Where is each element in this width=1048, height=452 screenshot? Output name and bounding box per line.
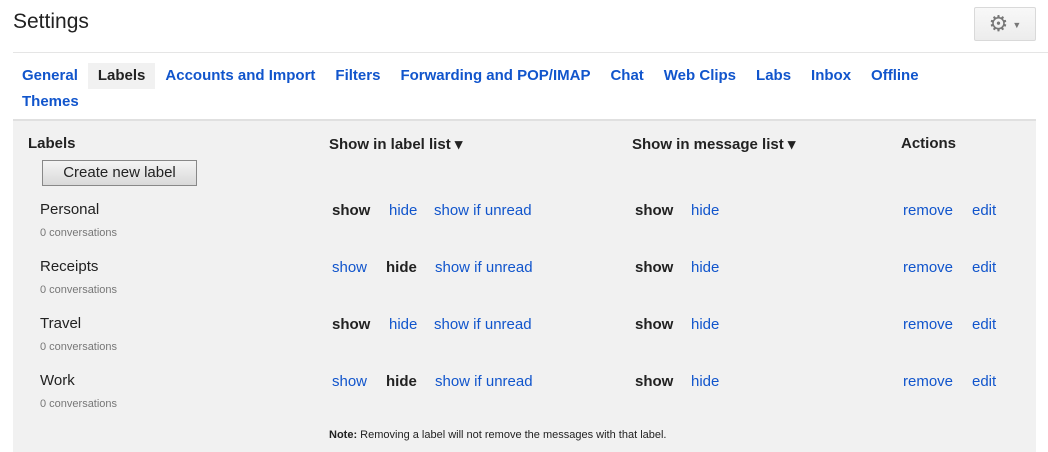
remove-link[interactable]: remove [903,316,953,333]
message-list-hide[interactable]: hide [691,373,719,390]
tab-offline[interactable]: Offline [861,63,929,89]
label-list-column-header[interactable]: Show in label list ▾ [329,135,462,153]
gear-icon: ⚙ [988,11,1009,36]
note-prefix: Note: [329,429,358,441]
label-list-hide: hide [386,373,417,390]
label-count: 0 conversations [40,284,118,296]
note-text: Removing a label will not remove the mes… [357,429,667,441]
tab-labs[interactable]: Labs [746,63,801,89]
label-name-receipts: Receipts [40,258,99,275]
label-list-show[interactable]: show [332,373,367,390]
message-list-show: show [635,259,674,276]
message-list-show: show [635,373,674,390]
label-list-show-if-unread[interactable]: show if unread [435,373,533,390]
message-list-hide[interactable]: hide [691,316,719,333]
label-list-show-if-unread[interactable]: show if unread [435,259,533,276]
message-list-show: show [635,202,674,219]
page-title: Settings [13,10,89,33]
tab-forwarding-pop-imap[interactable]: Forwarding and POP/IMAP [390,63,600,89]
label-list-show: show [332,202,371,219]
labels-column-header: Labels [28,135,76,152]
tab-web-clips[interactable]: Web Clips [654,63,746,89]
message-list-hide[interactable]: hide [691,202,719,219]
label-list-show-if-unread[interactable]: show if unread [434,202,532,219]
label-list-hide[interactable]: hide [389,202,417,219]
tab-inbox[interactable]: Inbox [801,63,861,89]
tab-general[interactable]: General [13,63,88,89]
label-name-travel: Travel [40,315,82,332]
label-count: 0 conversations [40,341,118,353]
title-divider [13,52,1048,53]
tab-themes[interactable]: Themes [13,89,89,115]
label-name-work: Work [40,372,75,389]
create-new-label-button[interactable]: Create new label [42,160,197,186]
tab-labels[interactable]: Labels [87,63,156,89]
tab-accounts-and-import[interactable]: Accounts and Import [155,63,325,89]
edit-link[interactable]: edit [972,202,996,219]
removal-note: Note: Removing a label will not remove t… [329,429,666,441]
label-list-show[interactable]: show [332,259,367,276]
edit-link[interactable]: edit [972,259,996,276]
label-count: 0 conversations [40,398,118,410]
settings-tabs: General Labels Accounts and Import Filters F… [13,63,1023,115]
edit-link[interactable]: edit [972,373,996,390]
label-list-show-if-unread[interactable]: show if unread [434,316,532,333]
settings-gear-button[interactable]: ⚙ ▼ [974,7,1036,41]
message-list-hide[interactable]: hide [691,259,719,276]
message-list-column-header[interactable]: Show in message list ▾ [632,135,795,153]
tab-filters[interactable]: Filters [325,63,390,89]
edit-link[interactable]: edit [972,316,996,333]
label-count: 0 conversations [40,227,118,239]
label-name-personal: Personal [40,201,100,218]
remove-link[interactable]: remove [903,373,953,390]
label-list-hide[interactable]: hide [389,316,417,333]
chevron-down-icon: ▼ [1012,20,1022,30]
actions-column-header: Actions [901,135,957,152]
label-list-show: show [332,316,371,333]
remove-link[interactable]: remove [903,259,953,276]
remove-link[interactable]: remove [903,202,953,219]
tab-chat[interactable]: Chat [600,63,653,89]
message-list-show: show [635,316,674,333]
label-list-hide: hide [386,259,417,276]
